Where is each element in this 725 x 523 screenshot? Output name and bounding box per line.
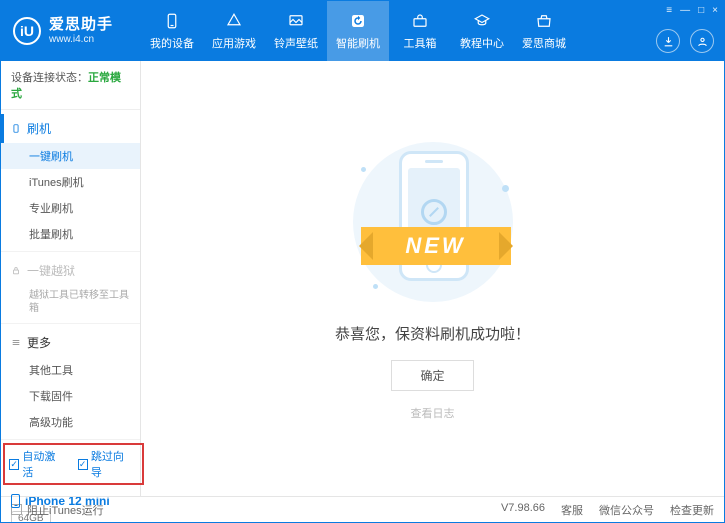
- nav-store[interactable]: 爱思商城: [513, 1, 575, 61]
- nav-edu[interactable]: 教程中心: [451, 1, 513, 61]
- logo-icon: iU: [13, 17, 41, 45]
- nav-apps[interactable]: 应用游戏: [203, 1, 265, 61]
- education-icon: [472, 11, 492, 31]
- sidebar-item-oneclick-flash[interactable]: 一键刷机: [1, 143, 140, 169]
- service-link[interactable]: 客服: [561, 502, 583, 518]
- sidebar-item-advanced[interactable]: 高级功能: [1, 409, 140, 435]
- wallpaper-icon: [286, 11, 306, 31]
- status-bar: 阻止iTunes运行 V7.98.66 客服 微信公众号 检查更新: [1, 496, 724, 522]
- nav-label: 工具箱: [404, 35, 437, 51]
- device-phone-icon: [11, 494, 20, 508]
- nav-label: 我的设备: [150, 35, 194, 51]
- app-url: www.i4.cn: [49, 34, 113, 45]
- success-illustration: NEW: [343, 137, 523, 307]
- logo-block: iU 爱思助手 www.i4.cn: [1, 17, 141, 45]
- sidebar-section-jailbreak[interactable]: 一键越狱: [1, 256, 140, 285]
- minimize-button[interactable]: —: [680, 5, 690, 16]
- nav-ring[interactable]: 铃声壁纸: [265, 1, 327, 61]
- close-button[interactable]: ×: [712, 5, 718, 16]
- success-message: 恭喜您，保资料刷机成功啦！: [335, 323, 530, 344]
- lock-icon: [11, 266, 21, 276]
- new-badge: NEW: [361, 227, 511, 265]
- store-icon: [534, 11, 554, 31]
- nav-label: 智能刷机: [336, 35, 380, 51]
- sidebar-item-batch-flash[interactable]: 批量刷机: [1, 221, 140, 247]
- refresh-icon: [348, 11, 368, 31]
- sidebar-section-more[interactable]: 更多: [1, 328, 140, 357]
- main-content: NEW 恭喜您，保资料刷机成功啦！ 确定 查看日志: [141, 61, 724, 496]
- maximize-button[interactable]: □: [698, 5, 704, 16]
- checkbox-icon: ✓: [78, 459, 88, 470]
- sidebar-item-other-tools[interactable]: 其他工具: [1, 357, 140, 383]
- more-icon: [11, 338, 21, 348]
- sidebar-section-flash[interactable]: 刷机: [1, 114, 140, 143]
- nav-toolbox[interactable]: 工具箱: [389, 1, 451, 61]
- checkbox-skip-guide[interactable]: ✓ 跳过向导: [78, 448, 133, 480]
- view-log-link[interactable]: 查看日志: [411, 405, 455, 421]
- phone-small-icon: [11, 124, 21, 134]
- sidebar-item-pro-flash[interactable]: 专业刷机: [1, 195, 140, 221]
- nav-label: 铃声壁纸: [274, 35, 318, 51]
- nav-label: 应用游戏: [212, 35, 256, 51]
- sidebar-item-download-firmware[interactable]: 下载固件: [1, 383, 140, 409]
- title-bar: iU 爱思助手 www.i4.cn 我的设备 应用游戏 铃声壁纸 智能刷机: [1, 1, 724, 61]
- user-icon[interactable]: [690, 29, 714, 53]
- jailbreak-note: 越狱工具已转移至工具箱: [1, 285, 140, 319]
- apps-icon: [224, 11, 244, 31]
- nav-flash[interactable]: 智能刷机: [327, 1, 389, 61]
- checkbox-icon: ✓: [9, 459, 19, 470]
- checkbox-auto-activate[interactable]: ✓ 自动激活: [9, 448, 64, 480]
- nav-label: 教程中心: [460, 35, 504, 51]
- block-itunes-label: 阻止iTunes运行: [27, 502, 104, 518]
- nav-device[interactable]: 我的设备: [141, 1, 203, 61]
- phone-icon: [162, 11, 182, 31]
- download-icon[interactable]: [656, 29, 680, 53]
- title-menu-icon[interactable]: ≡: [666, 5, 672, 16]
- sidebar-item-itunes-flash[interactable]: iTunes刷机: [1, 169, 140, 195]
- checkbox-row: ✓ 自动激活 ✓ 跳过向导: [1, 440, 140, 488]
- wechat-link[interactable]: 微信公众号: [599, 502, 654, 518]
- nav-label: 爱思商城: [522, 35, 566, 51]
- check-update-link[interactable]: 检查更新: [670, 502, 714, 518]
- sidebar: 设备连接状态：正常模式 刷机 一键刷机 iTunes刷机 专业刷机 批量刷机 一…: [1, 61, 141, 496]
- version-label: V7.98.66: [501, 502, 545, 518]
- app-name: 爱思助手: [49, 17, 113, 34]
- connection-status: 设备连接状态：正常模式: [1, 61, 140, 110]
- toolbox-icon: [410, 11, 430, 31]
- ok-button[interactable]: 确定: [391, 360, 473, 391]
